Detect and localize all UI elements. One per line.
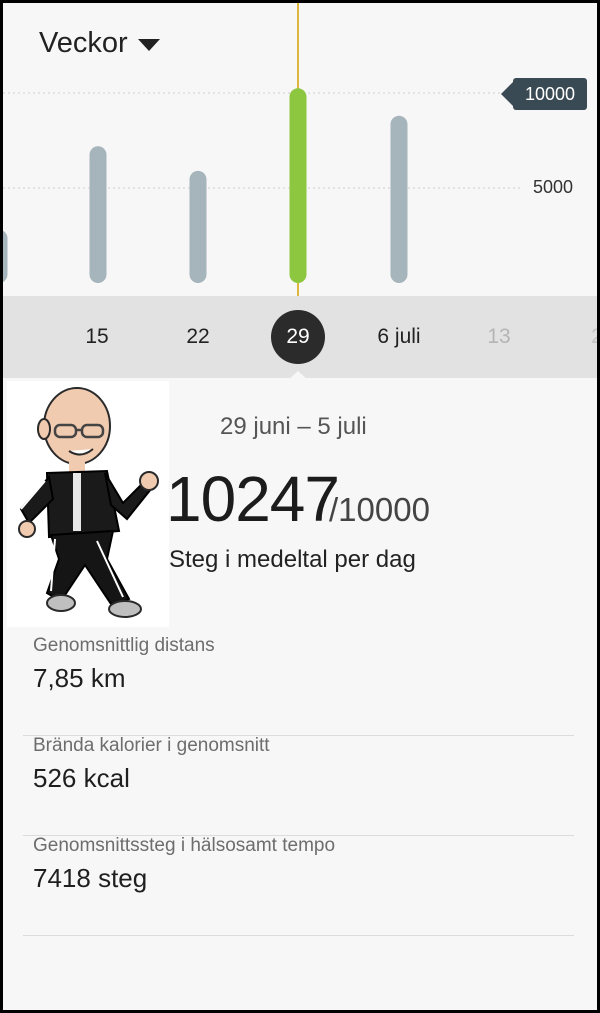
period-dropdown[interactable]: Veckor [39,23,160,63]
stat-distance: Genomsnittlig distans 7,85 km [23,635,574,736]
date-strip[interactable]: 15 22 29 6 juli 13 2 [3,296,597,378]
date-item-selected[interactable]: 29 [271,310,325,364]
stat-healthy-pace: Genomsnittssteg i hälsosamt tempo 7418 s… [23,835,574,936]
stat-value: 526 kcal [33,763,130,793]
chart-bar-22[interactable] [189,170,207,283]
date-item[interactable]: 13 [487,325,510,349]
chart-bar-6-juli[interactable] [390,115,408,283]
chevron-down-icon [137,38,160,51]
stat-calories: Brända kalorier i genomsnitt 526 kcal [23,735,574,836]
week-range: 29 juni – 5 juli [220,413,367,440]
stat-label: Genomsnittssteg i hälsosamt tempo [33,835,336,856]
avatar [7,381,169,627]
reference-label-5000: 5000 [533,177,574,197]
stat-value: 7418 steg [33,863,148,893]
step-goal: /10000 [329,491,430,528]
goal-badge: 10000 [501,78,587,110]
selection-pointer [288,371,308,380]
stat-label: Genomsnittlig distans [33,635,215,656]
average-steps-value: 10247 [166,463,340,535]
period-label: Veckor [39,26,128,59]
chart-bar-29[interactable] [289,88,307,283]
date-item[interactable]: 2 [591,325,597,349]
steps-caption: Steg i medeltal per dag [169,546,416,573]
chart-bar-15[interactable] [89,146,107,283]
date-item[interactable]: 15 [85,325,108,349]
app-screen: 5000 10000 Veckor 15 22 29 6 juli 13 29 … [3,3,597,1010]
chart-bar-8[interactable] [3,230,8,283]
date-item[interactable]: 22 [186,325,209,349]
date-item[interactable]: 6 juli [377,325,420,349]
stat-value: 7,85 km [33,663,126,693]
stat-label: Brända kalorier i genomsnitt [33,735,270,756]
